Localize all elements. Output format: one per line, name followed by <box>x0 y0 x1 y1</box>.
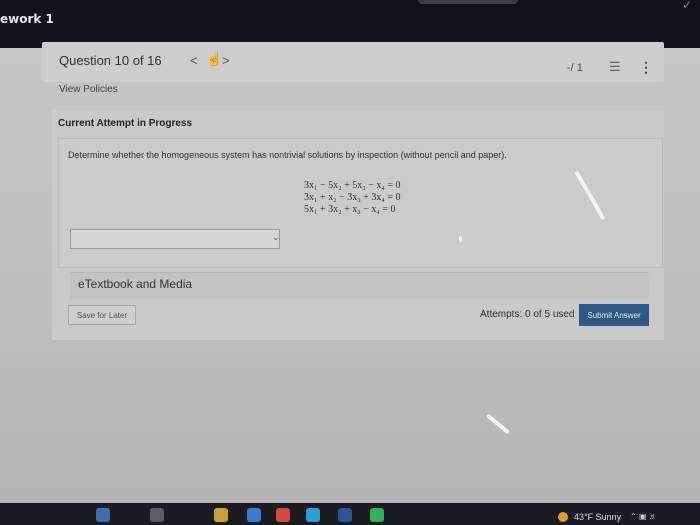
taskbar-app-icon[interactable] <box>214 508 228 522</box>
equation-1: 3x₁ − 5x₂ + 5x₃ − x₄ = 0 <box>304 180 401 191</box>
weather-text: 43°F Sunny <box>574 512 622 522</box>
save-for-later-button[interactable]: Save for Later <box>68 305 136 325</box>
screen-glare <box>459 236 462 242</box>
previous-question-button[interactable]: < <box>190 53 198 68</box>
taskbar-app-icon[interactable] <box>96 508 110 522</box>
hand-cursor-icon: ☝ <box>206 51 223 66</box>
top-tab[interactable] <box>418 0 518 4</box>
sun-icon <box>558 512 568 522</box>
taskbar-app-icon[interactable] <box>370 508 384 522</box>
attempt-heading: Current Attempt in Progress <box>58 118 193 129</box>
taskbar-app-icon[interactable] <box>306 508 320 522</box>
taskbar-app-icon[interactable] <box>247 508 261 522</box>
etextbook-label[interactable]: eTextbook and Media <box>78 277 192 291</box>
question-prompt: Determine whether the homogeneous system… <box>68 150 507 160</box>
more-options-icon[interactable]: ⋮ <box>639 59 653 76</box>
taskbar-app-icon[interactable] <box>276 508 290 522</box>
taskbar-app-icon[interactable] <box>338 508 352 522</box>
submit-answer-button[interactable]: Submit Answer <box>579 304 649 326</box>
view-policies-link[interactable]: View Policies <box>59 84 118 95</box>
corner-icon: ✓ <box>681 0 692 12</box>
browser-top-bar: ework 1 ✓ <box>0 0 700 48</box>
app-title: ework 1 <box>0 12 54 26</box>
score-display: -/ 1 <box>567 62 583 74</box>
equation-system: 3x₁ − 5x₂ + 5x₃ − x₄ = 0 3x₁ + x₂ − 3x₃ … <box>304 180 401 216</box>
answer-dropdown[interactable] <box>70 229 280 249</box>
chevron-down-icon[interactable]: ⌄ <box>272 232 280 243</box>
attempts-counter: Attempts: 0 of 5 used <box>480 309 575 320</box>
equation-2: 3x₁ + x₂ − 3x₃ + 3x₄ = 0 <box>304 192 401 203</box>
next-question-button[interactable]: > <box>222 53 230 68</box>
taskbar-app-icon[interactable] <box>150 508 164 522</box>
equation-3: 5x₁ + 3x₂ + x₃ − x₄ = 0 <box>304 204 396 215</box>
list-icon[interactable]: ☰ <box>609 59 621 75</box>
question-counter: Question 10 of 16 <box>59 53 162 68</box>
system-tray[interactable]: ⌃ ▣ ♬ <box>630 512 657 521</box>
